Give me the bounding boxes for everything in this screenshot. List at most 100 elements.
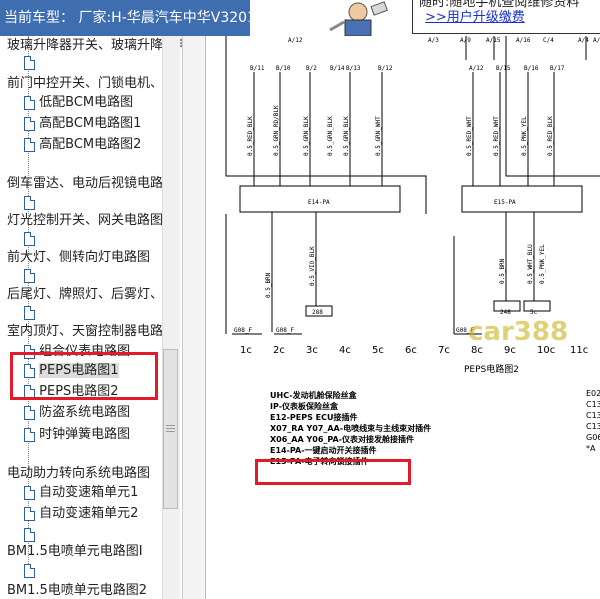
document-icon xyxy=(24,55,35,70)
wire-code: 0.5_BRN xyxy=(499,258,506,284)
tree-doc[interactable]: 自动变速箱单元1 xyxy=(24,483,138,503)
wire-code: 0.5_GRN_RD/BLK xyxy=(273,105,280,156)
watermark: car388 xyxy=(468,317,568,347)
tree-doc[interactable]: 高配BCM电路图1 xyxy=(24,114,141,134)
tree-doc[interactable]: 低配BCM电路图 xyxy=(24,93,133,113)
top-pin-label: A/12 xyxy=(288,37,303,44)
document-icon xyxy=(24,305,35,320)
tree-doc[interactable]: 高配BCM电路图2 xyxy=(24,135,141,155)
pin-label: B/10 xyxy=(276,65,291,72)
pin-label: B/15 xyxy=(496,65,511,72)
top-pin-label: A/9 xyxy=(460,37,471,44)
pin-number: 11c xyxy=(570,345,588,356)
top-pin-label: A/3 xyxy=(428,37,439,44)
tree-label: 前门中控开关、门锁电机、 xyxy=(7,76,164,91)
tree-doc[interactable] xyxy=(24,303,35,323)
tree-category[interactable]: BM1.5电喷单元电路图I xyxy=(7,542,143,562)
pin-number: 7c xyxy=(438,345,450,356)
legend-item: E12-PEPS ECU接插件 xyxy=(270,413,358,422)
tree-category[interactable]: 后尾灯、牌照灯、后雾灯、 xyxy=(7,285,163,305)
banner-text: 随时:随地手机查阅维修资料 xyxy=(419,0,580,10)
thumb-grip xyxy=(166,425,175,426)
legend-item: X06_AA Y06_PA-仪表对接发舱接插件 xyxy=(270,435,415,444)
right-code: G06 xyxy=(586,433,600,442)
top-pin-label: A/4 xyxy=(578,37,589,44)
document-icon xyxy=(24,485,35,500)
document-icon xyxy=(24,563,35,578)
pin-label: A/12 xyxy=(469,65,484,72)
tree-doc[interactable] xyxy=(24,193,35,213)
tree-label: 玻璃升降器开关、玻璃升降器电路 xyxy=(7,38,183,53)
wire-code: 0.5_VIO_BLK xyxy=(309,246,316,286)
box-label: 5c xyxy=(530,309,538,316)
mechanic-illustration xyxy=(329,1,388,36)
pin-number: 2c xyxy=(273,345,285,356)
tree-label: 防盗系统电路图 xyxy=(39,405,131,420)
tree-doc[interactable]: 时钟弹簧电路图 xyxy=(24,425,130,445)
pin-label: B/11 xyxy=(250,65,265,72)
legend-item: X07_RA Y07_AA-电喷线束与主线束对插件 xyxy=(270,424,432,433)
document-icon xyxy=(24,527,35,542)
tree-doc[interactable]: 自动变速箱单元2 xyxy=(24,504,138,524)
tree-category[interactable]: 前门中控开关、门锁电机、 xyxy=(7,74,163,94)
highlight-peps-items xyxy=(10,352,158,400)
legend-item: IP-仪表板保险丝盒 xyxy=(270,402,339,411)
sidebar-scrollbar[interactable] xyxy=(162,36,180,599)
wiring-diagram: A/12A/3A/9A/15A/16C/4A/4A/8A/10B/11B/10B… xyxy=(206,36,600,599)
tree-label: 倒车雷达、电动后视镜电路 xyxy=(7,176,164,191)
tree-category[interactable]: 电动助力转向系统电路图 xyxy=(7,464,150,484)
ground-label: G08_F xyxy=(234,327,252,334)
top-pin-label: A/16 xyxy=(516,37,531,44)
right-code: C13 xyxy=(586,400,600,409)
tree-label: 后尾灯、牌照灯、后雾灯、 xyxy=(7,287,164,302)
pin-number: 1c xyxy=(240,345,252,356)
diagram-title: PEPS电路图2 xyxy=(464,363,519,375)
tree-label: 低配BCM电路图 xyxy=(39,95,134,110)
panel-splitter[interactable] xyxy=(183,36,206,599)
tree-label: 自动变速箱单元1 xyxy=(39,485,139,500)
legend: UHC-发动机舱保险丝盒 IP-仪表板保险丝盒 E12-PEPS ECU接插件 X07… xyxy=(270,390,431,467)
right-code: C13 xyxy=(586,422,600,431)
upgrade-link[interactable]: >>用户升级缴费 xyxy=(425,9,600,26)
promo-banner: 随时:随地手机查阅维修资料 >>用户升级缴费 xyxy=(412,0,600,34)
tree-label: BM1.5电喷单元电路图I xyxy=(7,544,143,559)
tree-category[interactable]: 倒车雷达、电动后视镜电路 xyxy=(7,174,163,194)
thumb-grip xyxy=(166,428,175,429)
tree-category[interactable]: 灯光控制开关、网关电路图 xyxy=(7,211,163,231)
wire-code: 0.5_RED_BLK xyxy=(247,116,254,156)
tree-doc[interactable]: 防盗系统电路图 xyxy=(24,403,130,423)
wire-code: 0.5_PNK_YEL xyxy=(521,116,528,156)
top-pin-label: C/4 xyxy=(543,37,554,44)
tree-label: 高配BCM电路图1 xyxy=(39,116,142,131)
ground-label: G08_F xyxy=(276,327,294,334)
sidebar-tree: 玻璃升降器开关、玻璃升降器电路 前门中控开关、门锁电机、 低配BCM电路图 高配… xyxy=(0,36,183,599)
scrollbar-thumb[interactable] xyxy=(163,349,178,509)
document-icon xyxy=(24,427,35,442)
wire-code: 0.5_GRN_BLK xyxy=(343,116,350,156)
tree-doc[interactable] xyxy=(24,266,35,286)
thumb-grip xyxy=(166,431,175,432)
tree-category[interactable]: BM1.5电喷单元电路图2 xyxy=(7,581,147,599)
right-code: C13 xyxy=(586,411,600,420)
right-code: E02 xyxy=(586,389,600,398)
pin-number: 5c xyxy=(372,345,384,356)
pin-label: B/2 xyxy=(306,65,317,72)
tree-doc[interactable] xyxy=(24,561,35,581)
connector-label: E15-PA xyxy=(494,199,516,206)
document-icon xyxy=(24,195,35,210)
tree-doc[interactable] xyxy=(24,53,35,73)
document-icon xyxy=(24,137,35,152)
box-label: 288 xyxy=(312,309,323,316)
document-icon xyxy=(24,95,35,110)
tree-category[interactable]: 室内顶灯、天窗控制器电路 xyxy=(7,322,163,342)
tree-doc[interactable] xyxy=(24,229,35,249)
tree-label: 时钟弹簧电路图 xyxy=(39,427,131,442)
tree-category[interactable]: 前大灯、侧转向灯电路图 xyxy=(7,248,150,268)
document-icon xyxy=(24,231,35,246)
pin-label: B/17 xyxy=(550,65,565,72)
pin-number: 6c xyxy=(405,345,417,356)
top-pin-label: A/8 xyxy=(593,37,600,44)
tree-label: 室内顶灯、天窗控制器电路 xyxy=(7,324,164,339)
pin-number: 4c xyxy=(339,345,351,356)
tree-label: BM1.5电喷单元电路图2 xyxy=(7,583,148,598)
